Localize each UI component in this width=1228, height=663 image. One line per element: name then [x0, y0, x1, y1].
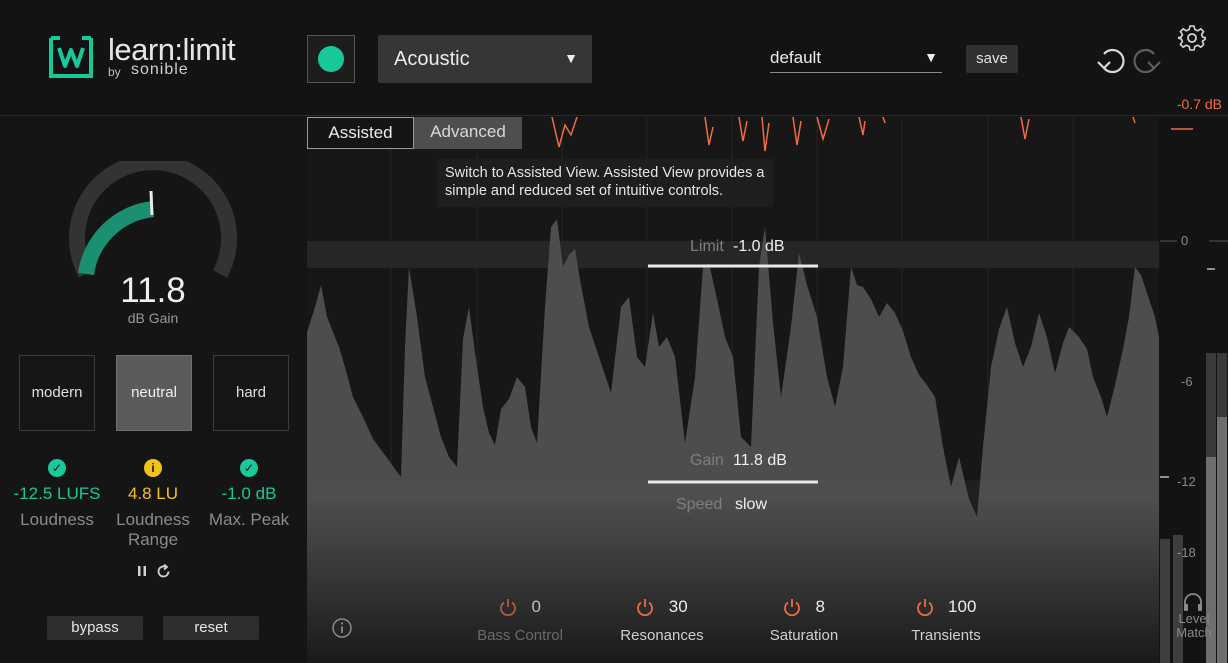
profile-select-value: Acoustic — [394, 48, 470, 70]
pause-icon[interactable] — [136, 564, 148, 578]
saturation-control[interactable]: 8 Saturation — [744, 597, 864, 644]
brand-name: sonible — [131, 61, 189, 78]
mode-hard-button[interactable]: hard — [213, 355, 289, 431]
mode-modern-button[interactable]: modern — [19, 355, 95, 431]
preset-select-value: default — [770, 48, 822, 67]
header: learn:limit by sonible Acoustic ▼ defaul… — [0, 0, 1228, 116]
level-meter-bars — [1160, 128, 1228, 663]
preset-select[interactable]: default ▼ — [770, 45, 942, 73]
reset-button[interactable]: reset — [163, 616, 259, 640]
info-icon[interactable] — [331, 617, 353, 639]
transients-value: 100 — [948, 597, 977, 616]
reset-measurement-icon[interactable] — [156, 564, 171, 579]
resonances-label: Resonances — [620, 627, 704, 644]
headphones-icon[interactable] — [1182, 592, 1204, 612]
bass-control[interactable]: 0 Bass Control — [460, 597, 580, 644]
saturation-value: 8 — [815, 597, 825, 616]
resonances-control[interactable]: 30 Resonances — [602, 597, 722, 644]
info-warning-icon: i — [144, 459, 162, 477]
tooltip: Switch to Assisted View. Assisted View p… — [437, 159, 773, 207]
max-peak-metric: ✓ -1.0 dB Max. Peak — [199, 459, 299, 530]
gain-value: 11.8 — [120, 271, 186, 310]
gear-icon[interactable] — [1178, 24, 1206, 52]
loudness-metric: ✓ -12.5 LUFS Loudness — [7, 459, 107, 530]
loudness-label: Loudness — [20, 510, 94, 529]
loudness-range-value: 4.8 LU — [127, 484, 179, 503]
loudness-range-label: Loudness Range — [116, 510, 190, 549]
power-icon[interactable] — [783, 598, 801, 616]
redo-icon[interactable] — [1131, 44, 1163, 74]
transients-control[interactable]: 100 Transients — [886, 597, 1006, 644]
loudness-range-metric: i 4.8 LU Loudness Range — [103, 459, 203, 550]
level-match-button[interactable]: Level Match — [1168, 612, 1220, 640]
bypass-button[interactable]: bypass — [47, 616, 143, 640]
speed-value[interactable]: slow — [735, 496, 767, 514]
save-button[interactable]: save — [966, 45, 1018, 73]
check-icon: ✓ — [48, 459, 66, 477]
power-icon[interactable] — [636, 598, 654, 616]
meter-tick: -18 — [1177, 545, 1196, 560]
profile-select[interactable]: Acoustic ▼ — [378, 35, 592, 83]
gain-label: Gain — [690, 452, 724, 469]
undo-icon[interactable] — [1095, 44, 1127, 74]
meter-tick: -12 — [1177, 474, 1196, 489]
left-panel: 11.8 dB Gain modern neutral hard ✓ -12.5… — [0, 117, 306, 663]
triangle-down-icon: ▼ — [564, 50, 578, 66]
gain-unit-label: dB Gain — [127, 310, 179, 326]
saturation-label: Saturation — [769, 627, 839, 644]
tab-assisted[interactable]: Assisted — [307, 117, 414, 149]
loudness-value: -12.5 LUFS — [13, 484, 101, 503]
meter-tick: 0 — [1181, 233, 1189, 248]
waveform-display: Assisted Advanced Switch to Assisted Vie… — [307, 117, 1159, 663]
transients-label: Transients — [911, 627, 981, 644]
gain-db-value[interactable]: 11.8 dB — [733, 452, 787, 470]
bass-control-label: Bass Control — [477, 627, 563, 644]
level-meter: 0 -6 -12 -18 — [1159, 117, 1228, 663]
resonances-value: 30 — [668, 597, 688, 616]
limit-value[interactable]: -1.0 dB — [733, 238, 785, 256]
triangle-down-icon: ▼ — [924, 49, 938, 65]
meter-tick: -6 — [1181, 374, 1193, 389]
power-icon[interactable] — [916, 598, 934, 616]
check-icon: ✓ — [240, 459, 258, 477]
true-peak-readout: -0.7 dB — [1176, 96, 1222, 112]
app-by-label: by — [108, 65, 121, 79]
power-indicator-icon — [318, 46, 344, 72]
speed-label: Speed — [676, 496, 723, 513]
bass-control-value: 0 — [531, 597, 541, 616]
mode-neutral-button[interactable]: neutral — [116, 355, 192, 431]
max-peak-label: Max. Peak — [208, 510, 290, 529]
power-off-icon[interactable] — [499, 598, 517, 616]
limit-label: Limit — [690, 238, 724, 255]
learn-limit-logo-icon — [49, 36, 93, 78]
max-peak-value: -1.0 dB — [221, 484, 277, 503]
power-button[interactable] — [307, 35, 355, 83]
tab-advanced[interactable]: Advanced — [414, 117, 522, 149]
